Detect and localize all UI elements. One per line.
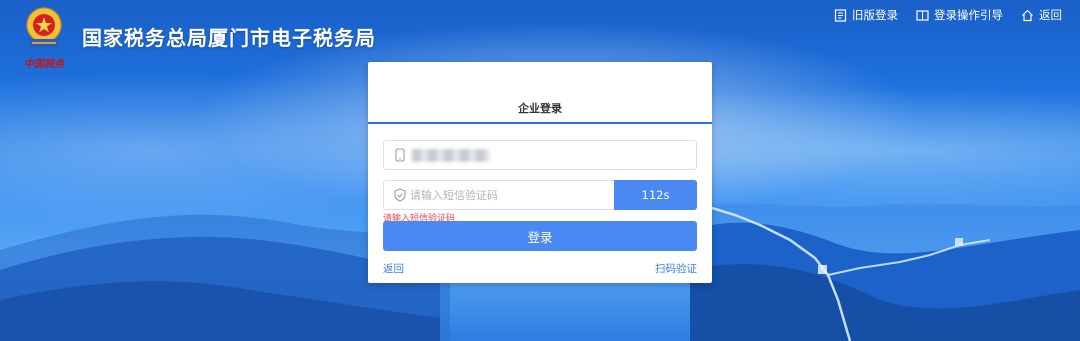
login-submit-button[interactable]: 登录 xyxy=(383,221,697,251)
book-icon xyxy=(916,9,929,21)
login-guide-link[interactable]: 登录操作引导 xyxy=(916,7,1003,23)
login-card: 企业登录 112s 请输入短信验证码 登录 返回 扫码验证 xyxy=(368,62,712,283)
masked-account-value xyxy=(412,149,490,162)
header-back-link[interactable]: 返回 xyxy=(1021,7,1062,23)
card-back-link[interactable]: 返回 xyxy=(383,261,404,276)
old-version-login-label: 旧版登录 xyxy=(852,8,898,22)
scan-qr-verify-link[interactable]: 扫码验证 xyxy=(655,261,697,276)
login-guide-label: 登录操作引导 xyxy=(934,8,1003,22)
login-tab-bar: 企业登录 xyxy=(368,62,712,124)
tax-emblem-logo xyxy=(26,7,62,47)
old-version-login-link[interactable]: 旧版登录 xyxy=(834,7,898,23)
sms-code-input[interactable] xyxy=(410,181,610,209)
brand-slogan-script: 中国税务 xyxy=(24,59,64,70)
sms-code-field: 112s xyxy=(383,180,697,210)
document-icon xyxy=(834,8,847,22)
account-field[interactable] xyxy=(383,140,697,170)
resend-code-countdown-button[interactable]: 112s xyxy=(614,180,697,210)
shield-check-icon xyxy=(394,188,406,202)
header-back-label: 返回 xyxy=(1039,8,1062,22)
phone-icon xyxy=(395,148,405,162)
tab-enterprise-login[interactable]: 企业登录 xyxy=(368,100,712,116)
home-icon xyxy=(1022,9,1033,21)
top-links: 旧版登录 登录操作引导 返回 xyxy=(834,7,1062,23)
site-title: 国家税务总局厦门市电子税务局 xyxy=(82,26,376,50)
